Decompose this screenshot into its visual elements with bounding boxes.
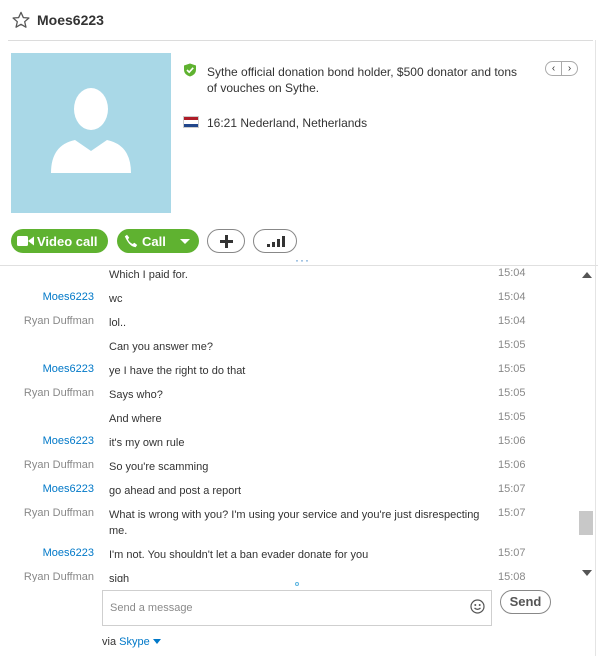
message-text: lol.. — [109, 317, 127, 329]
message-sender[interactable]: Ryan Duffman — [24, 387, 94, 399]
message-text: go ahead and post a report — [109, 485, 242, 497]
scroll-down-icon[interactable] — [582, 570, 592, 576]
avatar[interactable] — [11, 53, 171, 213]
signal-bar — [277, 239, 280, 247]
video-call-label: Video call — [37, 234, 98, 249]
service-selector[interactable]: Skype — [119, 636, 150, 648]
call-button[interactable]: Call — [117, 229, 199, 253]
message-time: 15:04 — [498, 291, 526, 303]
header-divider — [8, 40, 593, 41]
message-time: 15:08 — [498, 571, 526, 582]
message-text: Says who? — [109, 389, 163, 401]
message-text: Which I paid for. — [109, 269, 188, 281]
emoticon-icon[interactable] — [470, 599, 485, 614]
message-time: 15:07 — [498, 507, 526, 519]
message-sender[interactable]: Moes6223 — [43, 547, 94, 559]
via-service: via Skype — [102, 636, 161, 648]
call-quality-button[interactable] — [253, 229, 297, 253]
netherlands-flag-icon — [183, 116, 199, 128]
typing-indicator-dot — [295, 582, 299, 586]
message-composer — [102, 590, 492, 626]
message-sender[interactable]: Moes6223 — [43, 435, 94, 447]
message-text: I'm not. You shouldn't let a ban evader … — [109, 549, 369, 561]
message-text: What is wrong with you? I'm using your s… — [109, 509, 480, 537]
message-sender[interactable]: Moes6223 — [43, 363, 94, 375]
message-sender[interactable]: Ryan Duffman — [24, 315, 94, 327]
message-time: 15:07 — [498, 483, 526, 495]
message-sender[interactable]: Ryan Duffman — [24, 571, 94, 582]
video-camera-icon — [17, 236, 34, 246]
call-label: Call — [142, 234, 166, 249]
message-input[interactable] — [103, 591, 467, 625]
via-prefix: via — [102, 636, 120, 648]
message-text: it's my own rule — [109, 437, 185, 449]
chevron-down-icon[interactable] — [180, 239, 190, 244]
window-edge — [595, 40, 596, 656]
message-time: 15:04 — [498, 267, 526, 279]
message-time: 15:05 — [498, 339, 526, 351]
message-time: 15:06 — [498, 459, 526, 471]
message-sender[interactable]: Ryan Duffman — [24, 459, 94, 471]
chevron-down-icon[interactable] — [152, 639, 161, 644]
message-text: sigh — [109, 573, 130, 582]
message-time: 15:07 — [498, 547, 526, 559]
send-button[interactable]: Send — [500, 590, 551, 614]
conversation-header: Moes6223 — [0, 0, 598, 40]
chat-scrollbar[interactable] — [578, 266, 594, 582]
star-outline-icon[interactable] — [12, 11, 30, 29]
add-people-button[interactable] — [207, 229, 245, 253]
chat-history: Which I paid for. 15:04 Moes6223 wc 15:04 Rya… — [0, 266, 578, 582]
plus-icon-vertical — [225, 235, 228, 248]
phone-icon — [124, 234, 138, 248]
message-text: And where — [109, 413, 162, 425]
mood-text: Sythe official donation bond holder, $50… — [207, 65, 518, 95]
contact-name: Moes6223 — [37, 12, 104, 28]
message-text: wc — [109, 293, 123, 305]
message-text: Can you answer me? — [109, 341, 213, 353]
message-sender[interactable]: Ryan Duffman — [24, 507, 94, 519]
profile-nav: ‹ › — [545, 61, 578, 76]
message-sender[interactable]: Moes6223 — [43, 291, 94, 303]
signal-bar — [272, 242, 275, 247]
message-time: 15:05 — [498, 387, 526, 399]
default-avatar-icon — [51, 88, 131, 173]
signal-bar — [267, 244, 270, 247]
scroll-thumb[interactable] — [579, 511, 593, 535]
message-text: So you're scamming — [109, 461, 209, 473]
more-indicator[interactable]: ··· — [295, 254, 310, 266]
video-call-button[interactable]: Video call — [11, 229, 108, 253]
message-text: ye I have the right to do that — [109, 365, 246, 377]
local-time-location: 16:21 Nederland, Netherlands — [207, 116, 368, 130]
chevron-left-icon[interactable]: ‹ — [546, 62, 561, 75]
verified-shield-icon — [184, 63, 196, 77]
chevron-right-icon[interactable]: › — [561, 62, 577, 75]
message-sender[interactable]: Moes6223 — [43, 483, 94, 495]
scroll-up-icon[interactable] — [582, 272, 592, 278]
message-time: 15:05 — [498, 363, 526, 375]
message-time: 15:04 — [498, 315, 526, 327]
signal-bar — [282, 236, 285, 247]
message-time: 15:05 — [498, 411, 526, 423]
message-time: 15:06 — [498, 435, 526, 447]
